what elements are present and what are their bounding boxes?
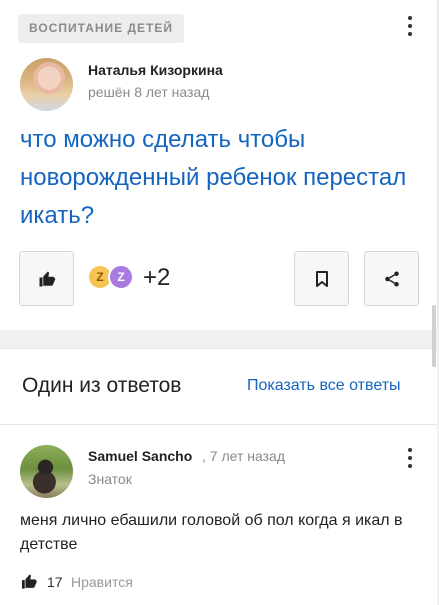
like-label[interactable]: Нравится — [71, 574, 133, 590]
question-card: ВОСПИТАНИЕ ДЕТЕЙ Наталья Кизоркина решён… — [0, 0, 438, 330]
bookmark-icon — [315, 270, 328, 287]
category-tag[interactable]: ВОСПИТАНИЕ ДЕТЕЙ — [18, 14, 184, 43]
more-vertical-icon[interactable] — [406, 16, 414, 36]
divider — [0, 424, 437, 425]
avatar[interactable] — [20, 58, 73, 111]
author-rank: Знаток — [88, 471, 132, 487]
question-title[interactable]: что можно сделать чтобы новорожденный ре… — [20, 121, 410, 235]
reaction-badge: Z — [108, 264, 134, 290]
scrollbar[interactable] — [432, 305, 436, 367]
like-button[interactable] — [19, 251, 74, 306]
thumbs-up-icon[interactable] — [20, 573, 38, 590]
extra-count[interactable]: +2 — [143, 264, 170, 292]
show-all-answers-link[interactable]: Показать все ответы — [247, 377, 401, 395]
author-name[interactable]: Наталья Кизоркина — [88, 62, 223, 78]
solved-meta: решён 8 лет назад — [88, 84, 210, 100]
like-count: 17 — [47, 574, 63, 590]
answer-text: меня лично ебашили головой об пол когда … — [20, 512, 403, 553]
answer-author-name[interactable]: Samuel Sancho — [88, 448, 192, 464]
answer-time: , 7 лет назад — [202, 448, 285, 464]
share-icon — [384, 271, 399, 286]
answers-title: Один из ответов — [22, 374, 182, 397]
thumbs-up-icon — [39, 271, 55, 286]
avatar[interactable] — [20, 445, 73, 498]
more-vertical-icon[interactable] — [406, 448, 414, 468]
bookmark-button[interactable] — [294, 251, 349, 306]
share-button[interactable] — [364, 251, 419, 306]
